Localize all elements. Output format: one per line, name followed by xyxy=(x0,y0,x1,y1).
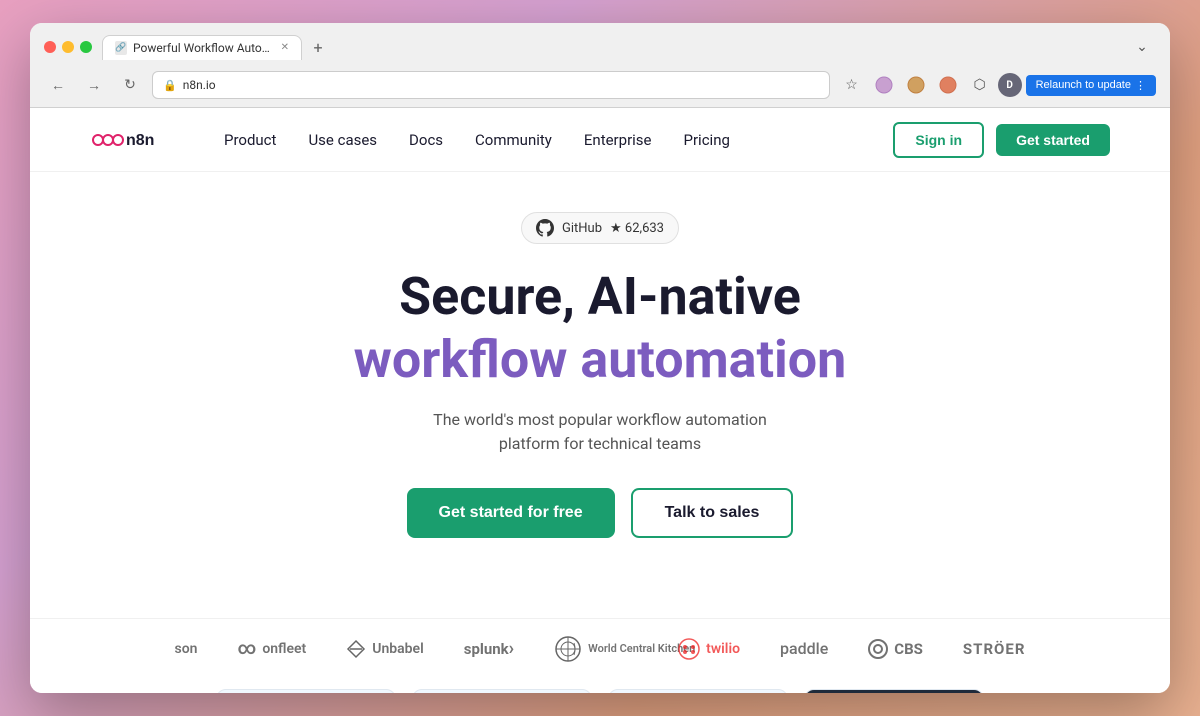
new-tab-button[interactable]: + xyxy=(306,35,330,59)
nav-actions: Sign in Get started xyxy=(893,122,1110,158)
github-icon xyxy=(536,219,554,237)
nav-links: Product Use cases Docs Community Enterpr… xyxy=(210,125,893,155)
github-label: GitHub xyxy=(562,221,602,236)
hero-title-line1: Secure, AI-native xyxy=(50,268,1150,325)
relaunch-menu-icon: ⋮ xyxy=(1135,79,1146,92)
minimize-button[interactable] xyxy=(62,41,74,53)
site-nav: n8n Product Use cases Docs Community Ent… xyxy=(30,108,1170,172)
forward-button[interactable]: → xyxy=(80,71,108,99)
website-content: n8n Product Use cases Docs Community Ent… xyxy=(30,108,1170,693)
extension-icon-2[interactable] xyxy=(902,71,930,99)
logo-unbabel: Unbabel xyxy=(346,639,423,659)
hint-card-2 xyxy=(412,689,592,693)
logo-world-central-kitchen: World Central Kitchen xyxy=(554,635,638,663)
tab-title: Powerful Workflow Automati... xyxy=(133,41,273,55)
logo-twilio: twilio xyxy=(678,638,740,660)
lock-icon: 🔒 xyxy=(163,79,177,92)
extension-icon-1[interactable] xyxy=(870,71,898,99)
browser-window: 🔗 Powerful Workflow Automati... ✕ + ⌄ ← … xyxy=(30,23,1170,693)
hero-subtitle: The world's most popular workflow automa… xyxy=(50,408,1150,456)
github-badge[interactable]: GitHub ★ 62,633 xyxy=(521,212,679,244)
github-stars: ★ 62,633 xyxy=(610,221,664,236)
browser-titlebar: 🔗 Powerful Workflow Automati... ✕ + ⌄ xyxy=(30,23,1170,67)
nav-docs[interactable]: Docs xyxy=(395,125,457,155)
logos-bar: son ∞ onfleet Unbabel splunk› xyxy=(30,618,1170,679)
reload-button[interactable]: ↻ xyxy=(116,71,144,99)
logo-son: son xyxy=(175,641,198,657)
active-tab[interactable]: 🔗 Powerful Workflow Automati... ✕ xyxy=(102,35,302,60)
bottom-cards: $ xyxy=(30,679,1170,693)
get-started-free-button[interactable]: Get started for free xyxy=(407,488,615,538)
logo-onfleet: ∞ onfleet xyxy=(238,640,307,658)
hero-section: GitHub ★ 62,633 Secure, AI-native workfl… xyxy=(30,172,1170,618)
signin-button[interactable]: Sign in xyxy=(893,122,984,158)
traffic-lights xyxy=(44,41,92,53)
logo-cbs: CBS xyxy=(868,639,923,659)
browser-toolbar: ← → ↻ 🔒 n8n.io ☆ xyxy=(30,67,1170,107)
extension-icon-3[interactable] xyxy=(934,71,962,99)
relaunch-label: Relaunch to update xyxy=(1036,79,1131,91)
svg-text:n8n: n8n xyxy=(126,132,154,149)
logo-splunk: splunk› xyxy=(464,638,514,659)
back-button[interactable]: ← xyxy=(44,71,72,99)
tab-close-icon[interactable]: ✕ xyxy=(281,42,289,53)
hint-card-3 xyxy=(608,689,788,693)
close-button[interactable] xyxy=(44,41,56,53)
more-options-icon[interactable]: ⌄ xyxy=(1128,33,1156,61)
browser-chrome: 🔗 Powerful Workflow Automati... ✕ + ⌄ ← … xyxy=(30,23,1170,108)
hero-ctas: Get started for free Talk to sales xyxy=(50,488,1150,538)
talk-to-sales-button[interactable]: Talk to sales xyxy=(631,488,794,538)
profile-avatar[interactable]: D xyxy=(998,73,1022,97)
nav-enterprise[interactable]: Enterprise xyxy=(570,125,666,155)
nav-use-cases[interactable]: Use cases xyxy=(294,125,391,155)
nav-pricing[interactable]: Pricing xyxy=(670,125,744,155)
extensions-icon[interactable]: ⬡ xyxy=(966,71,994,99)
hint-card-1 xyxy=(216,689,396,693)
logo-stroer: STRÖER xyxy=(963,640,1026,658)
nav-product[interactable]: Product xyxy=(210,125,290,155)
hero-title-line2: workflow automation xyxy=(50,329,1150,391)
tab-favicon: 🔗 xyxy=(115,41,127,55)
toolbar-actions: ☆ ⬡ D xyxy=(838,71,1156,99)
url-text: n8n.io xyxy=(183,78,216,92)
n8n-logo-svg: n8n xyxy=(90,126,170,154)
logo-paddle: paddle xyxy=(780,639,828,658)
address-bar[interactable]: 🔒 n8n.io xyxy=(152,71,830,99)
site-logo[interactable]: n8n xyxy=(90,126,170,154)
nav-community[interactable]: Community xyxy=(461,125,566,155)
hint-card-4: $ xyxy=(804,689,984,693)
maximize-button[interactable] xyxy=(80,41,92,53)
tab-bar: 🔗 Powerful Workflow Automati... ✕ + xyxy=(102,35,1118,60)
relaunch-button[interactable]: Relaunch to update ⋮ xyxy=(1026,75,1156,96)
getstarted-nav-button[interactable]: Get started xyxy=(996,124,1110,156)
bookmark-icon[interactable]: ☆ xyxy=(838,71,866,99)
